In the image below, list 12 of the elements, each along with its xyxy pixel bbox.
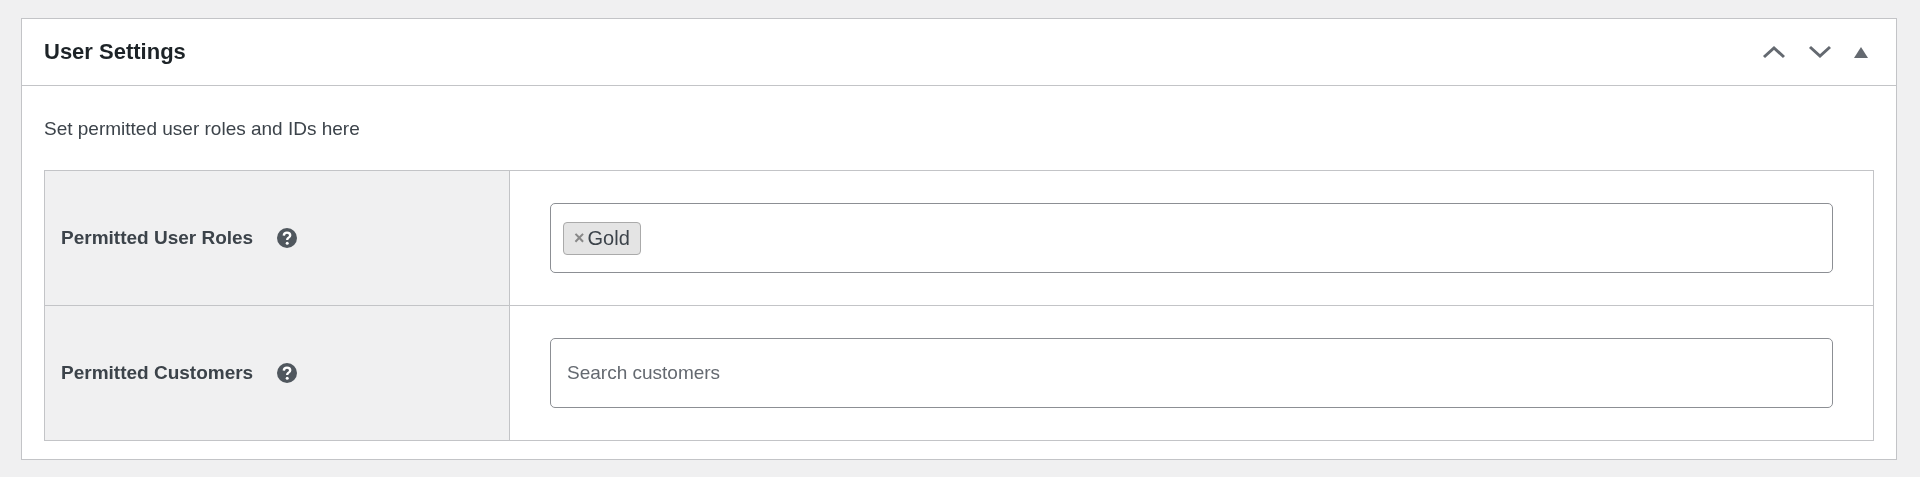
triangle-icon — [1854, 46, 1868, 58]
customer-search-field[interactable]: Search customers — [550, 338, 1833, 408]
field-label: Permitted Customers — [61, 362, 254, 384]
chevron-down-icon — [1808, 45, 1832, 59]
description: Set permitted user roles and IDs here — [44, 118, 361, 140]
help-icon[interactable] — [277, 363, 298, 383]
panel-title: User Settings — [44, 39, 187, 65]
role-select-field[interactable]: ×Gold — [550, 203, 1833, 273]
help-icon[interactable] — [277, 228, 298, 248]
chevron-up-icon — [1762, 45, 1786, 59]
field-label: Permitted User Roles — [61, 227, 254, 249]
tag-label: Gold — [587, 226, 630, 250]
